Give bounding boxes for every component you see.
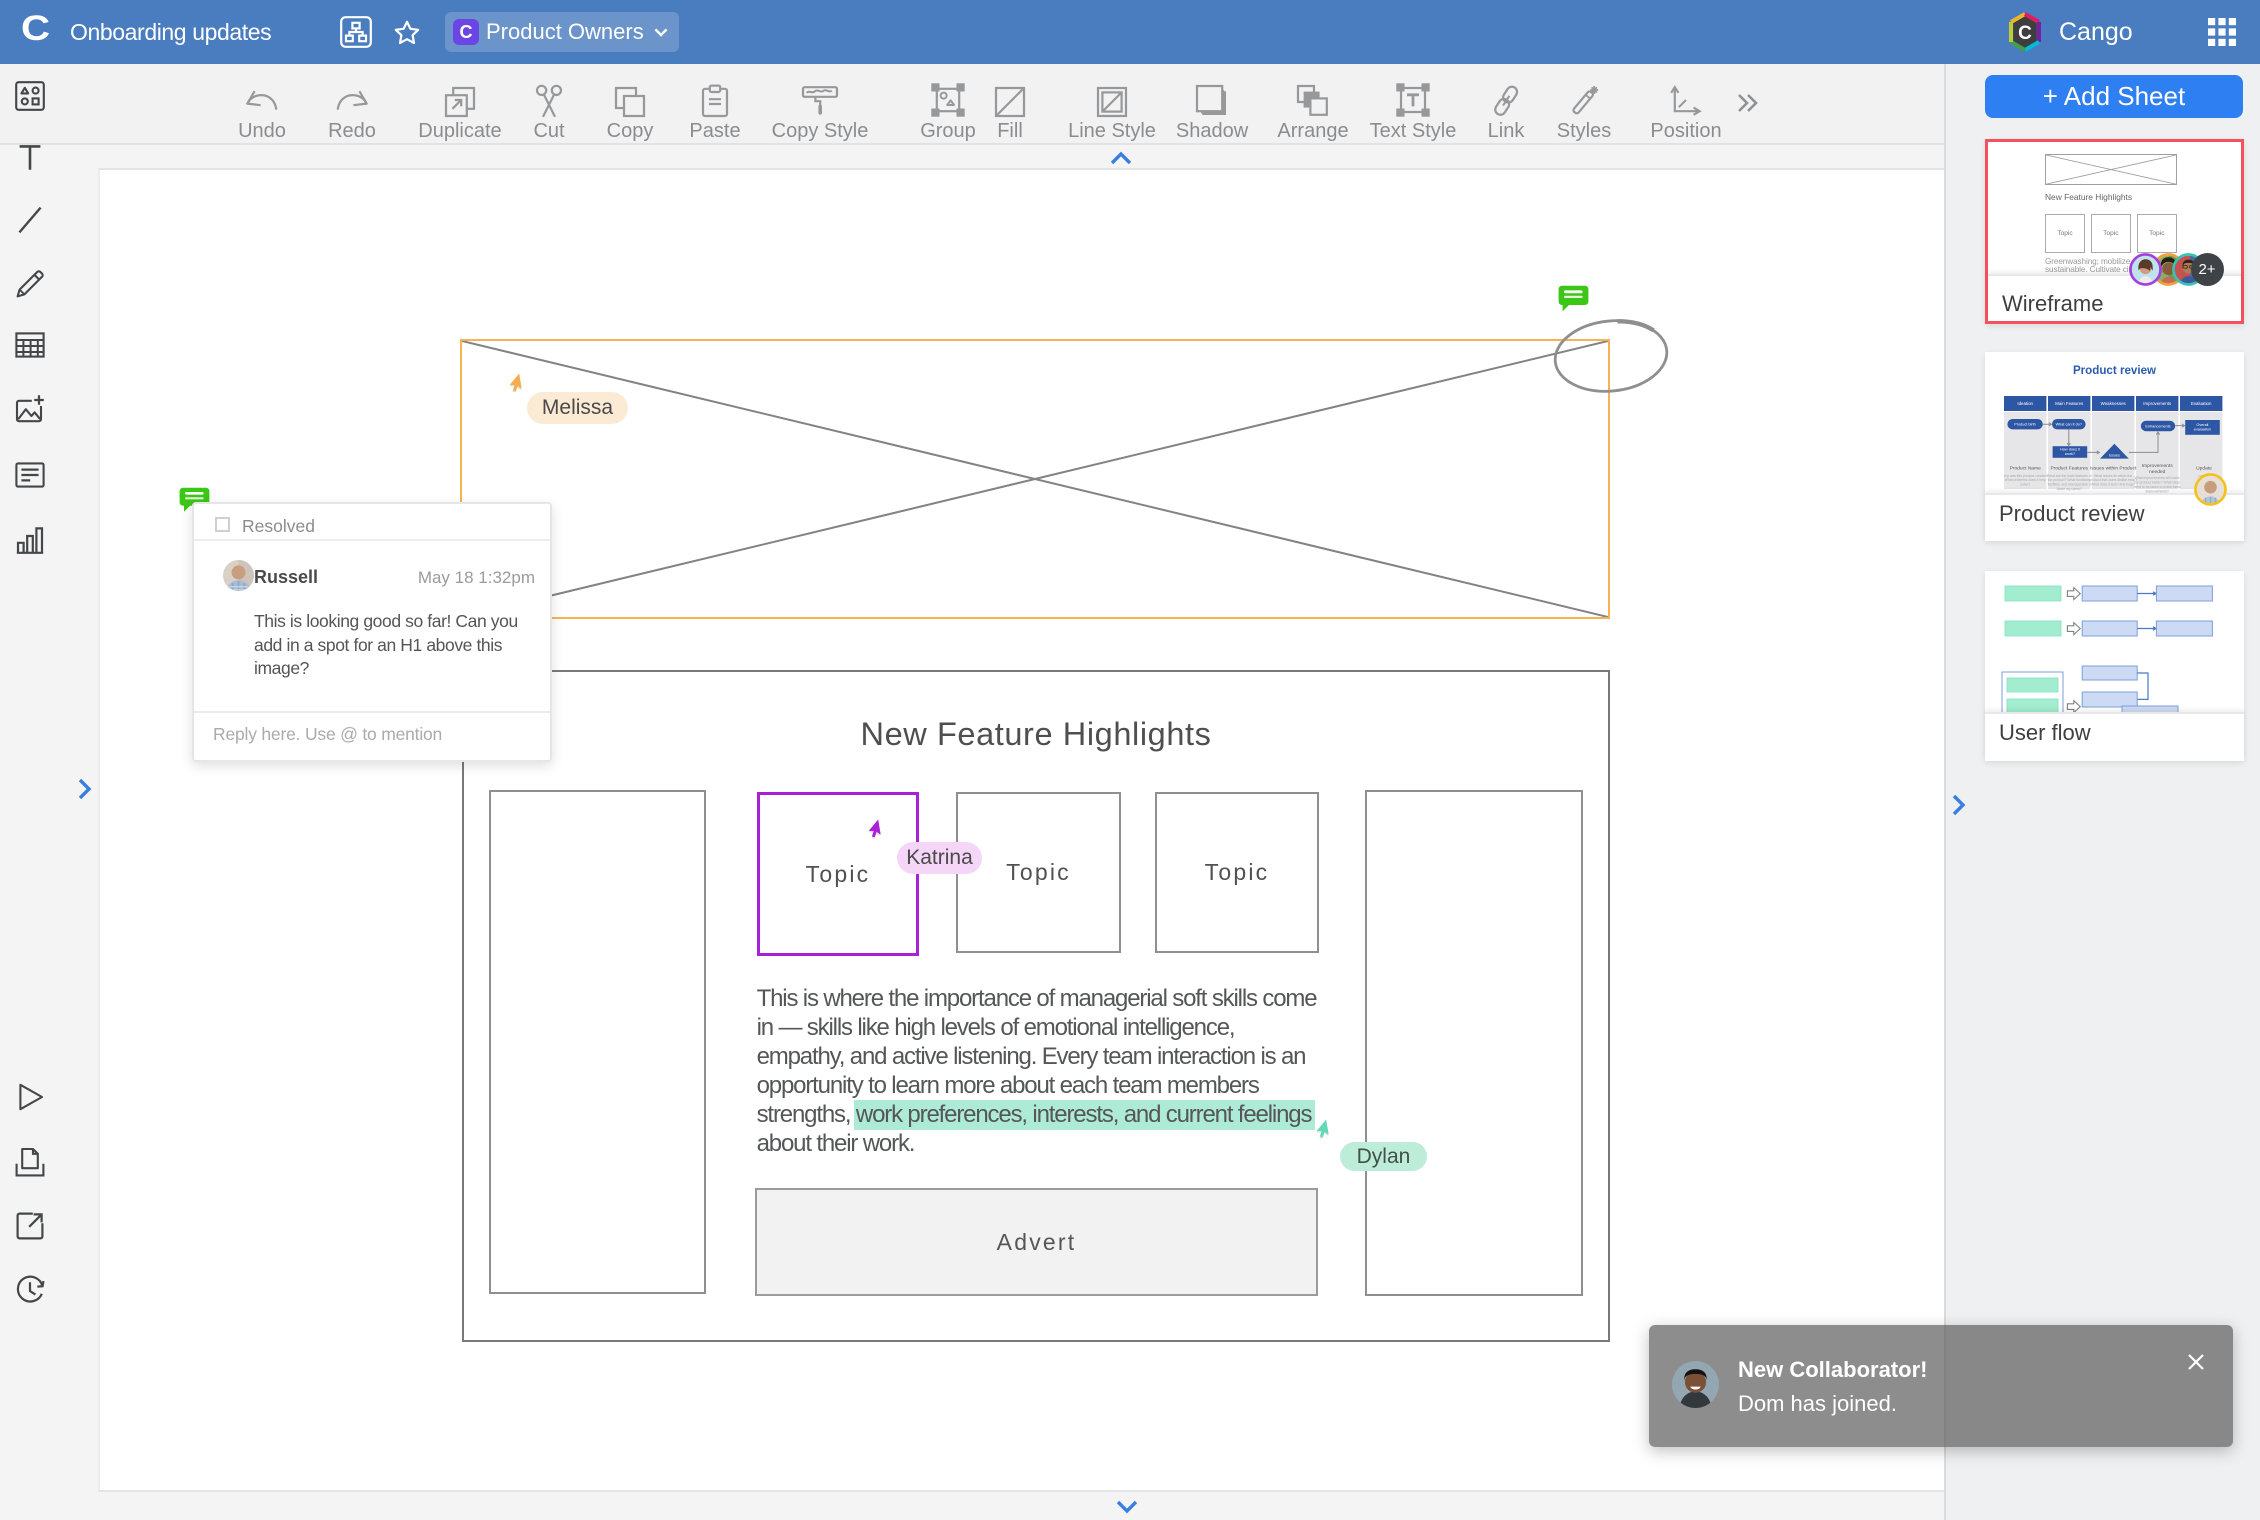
svg-text:the product? What functions,: the product? What functions, <box>2048 478 2091 482</box>
svg-text:the product better? What steps: the product better? What steps <box>2134 481 2181 485</box>
svg-text:Product Features: Product Features <box>2050 466 2088 472</box>
svg-text:needed: needed <box>2149 469 2166 475</box>
svg-text:Ideation: Ideation <box>2017 401 2033 406</box>
svg-text:What does it lack? Any bugs?: What does it lack? Any bugs? <box>2091 483 2136 487</box>
svg-text:Issues within Product: Issues within Product <box>2090 466 2137 472</box>
svg-text:What are the main features of: What are the main features of <box>2047 474 2092 478</box>
svg-text:work?: work? <box>2065 452 2075 456</box>
svg-text:C: C <box>2018 23 2032 44</box>
svg-text:Improvements: Improvements <box>2143 401 2172 406</box>
svg-text:What can it do?: What can it do? <box>2056 423 2082 427</box>
svg-text:Main Features: Main Features <box>2055 401 2084 406</box>
svg-text:Made my users?: Made my users? <box>2057 487 2082 491</box>
svg-text:Product Name: Product Name <box>2010 466 2042 472</box>
svg-text:Weaknesses: Weaknesses <box>2101 401 2127 406</box>
svg-text:Evaluation: Evaluation <box>2191 401 2212 406</box>
svg-text:Why was this product created?: Why was this product created? <box>2004 474 2048 478</box>
svg-text:Enhancements: Enhancements <box>2145 424 2170 428</box>
svg-text:How does it: How does it <box>2060 448 2081 452</box>
svg-text:facilities, and interoperable: facilities, and interoperable d <box>2048 483 2091 487</box>
svg-text:What problems does it help: What problems does it help <box>2005 478 2046 482</box>
svg-text:Update: Update <box>2196 466 2212 472</box>
svg-text:Product birth: Product birth <box>2014 423 2036 427</box>
svg-text:Improvements: Improvements <box>2142 463 2174 469</box>
svg-text:evaluation: evaluation <box>2194 427 2211 431</box>
svg-text:Issues: Issues <box>2109 454 2120 458</box>
svg-text:solve?: solve? <box>2020 483 2030 487</box>
svg-text:What improvements will make: What improvements will make <box>2135 476 2180 480</box>
svg-text:What issues lie within the: What issues lie within the <box>2094 474 2132 478</box>
svg-text:product that users dislike mos: product that users dislike most? <box>2089 478 2137 482</box>
